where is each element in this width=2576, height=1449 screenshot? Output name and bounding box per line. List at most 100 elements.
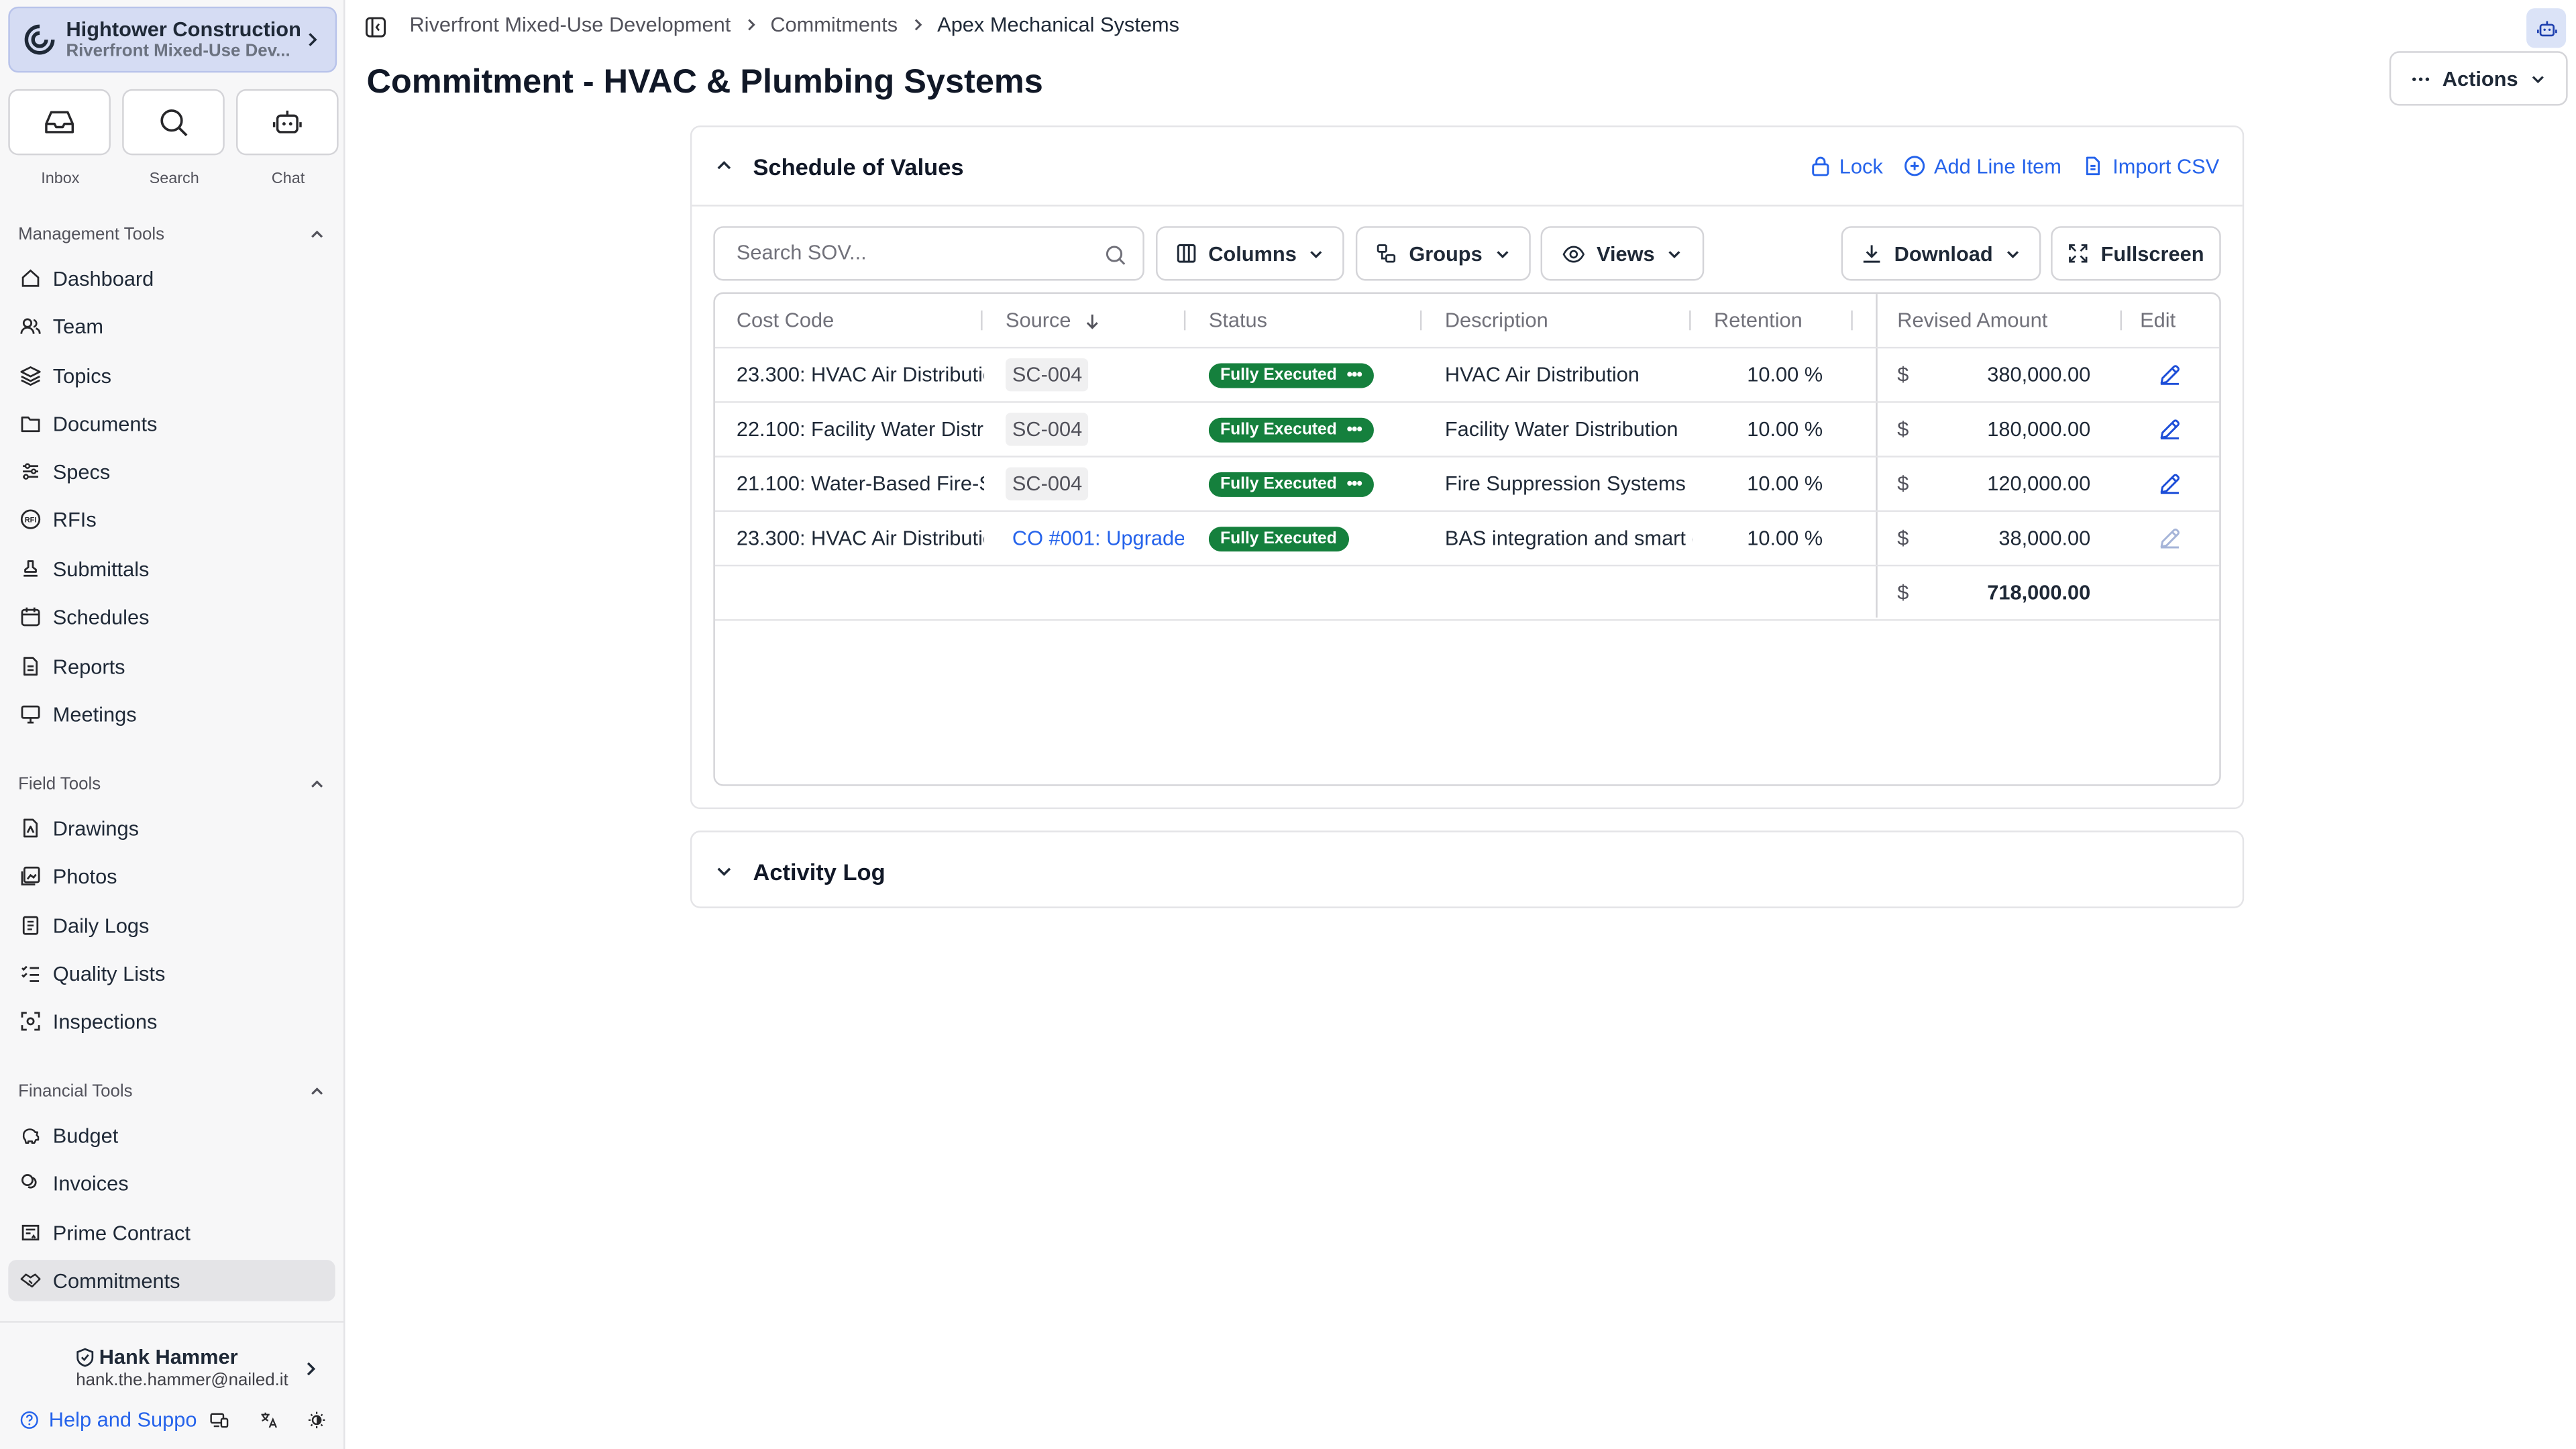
management-tools-header[interactable]: Management Tools bbox=[18, 225, 325, 244]
edit-button[interactable] bbox=[2158, 403, 2181, 456]
lock-button[interactable]: Lock bbox=[1809, 154, 1883, 178]
sidebar-item-daily-logs[interactable]: Daily Logs bbox=[8, 905, 335, 947]
sov-search-input[interactable] bbox=[736, 241, 1100, 264]
cell-source[interactable]: SC-004 bbox=[1006, 467, 1089, 500]
breadcrumb-commitments[interactable]: Commitments bbox=[770, 13, 898, 36]
field-tools-header[interactable]: Field Tools bbox=[18, 774, 325, 794]
chevron-down-icon bbox=[1310, 250, 1322, 258]
header-cost-code[interactable]: Cost Code bbox=[737, 294, 834, 347]
sidebar-item-schedules[interactable]: Schedules bbox=[8, 596, 335, 638]
sidebar-item-label: Daily Logs bbox=[52, 914, 150, 937]
devices-icon[interactable] bbox=[210, 1409, 229, 1432]
lock-label: Lock bbox=[1839, 154, 1883, 178]
more-horizontal-icon[interactable]: ••• bbox=[1347, 420, 1362, 438]
edit-button[interactable] bbox=[2158, 458, 2181, 511]
header-description[interactable]: Description bbox=[1445, 294, 1548, 347]
chevron-up-icon[interactable] bbox=[715, 157, 733, 175]
financial-tools-header[interactable]: Financial Tools bbox=[18, 1081, 325, 1102]
cell-currency: $ bbox=[1897, 363, 1909, 386]
sidebar-item-documents[interactable]: Documents bbox=[8, 403, 335, 445]
cell-source[interactable]: SC-004 bbox=[1006, 358, 1089, 392]
chevron-down-icon[interactable] bbox=[715, 862, 733, 880]
rfi-icon: RFI bbox=[20, 509, 41, 529]
table-row[interactable]: 23.300: HVAC Air Distributio SC-004 Full… bbox=[714, 348, 2220, 403]
search-icon bbox=[1106, 246, 1126, 265]
cell-source[interactable]: SC-004 bbox=[1006, 413, 1089, 446]
columns-icon bbox=[1177, 244, 1195, 263]
status-badge[interactable]: Fully Executed ••• bbox=[1208, 417, 1373, 442]
photos-icon bbox=[21, 866, 40, 885]
sidebar: Hightower Construction Riverfront Mixed-… bbox=[0, 0, 345, 1449]
sidebar-item-label: Reports bbox=[52, 654, 125, 678]
contract-icon bbox=[21, 1224, 40, 1241]
download-icon bbox=[1864, 245, 1880, 263]
fullscreen-button[interactable]: Fullscreen bbox=[2051, 226, 2221, 281]
actions-label: Actions bbox=[2442, 66, 2518, 91]
chat-button[interactable] bbox=[235, 89, 339, 156]
cell-cost-code: 22.100: Facility Water Distrib bbox=[736, 417, 985, 441]
sidebar-item-submittals[interactable]: Submittals bbox=[8, 548, 335, 590]
sidebar-item-quality-lists[interactable]: Quality Lists bbox=[8, 953, 335, 994]
views-button[interactable]: Views bbox=[1540, 226, 1705, 281]
sidebar-toggle-icon[interactable] bbox=[365, 17, 386, 38]
import-csv-button[interactable]: Import CSV bbox=[2083, 154, 2219, 178]
status-badge[interactable]: Fully Executed ••• bbox=[1208, 362, 1373, 388]
edit-button[interactable] bbox=[2158, 348, 2181, 401]
header-source[interactable]: Source bbox=[1006, 294, 1101, 347]
header-source-label: Source bbox=[1006, 309, 1071, 332]
activity-log-card[interactable]: Activity Log bbox=[690, 830, 2245, 908]
groups-button[interactable]: Groups bbox=[1355, 226, 1531, 281]
download-label: Download bbox=[1894, 241, 1993, 266]
sidebar-item-reports[interactable]: Reports bbox=[8, 645, 335, 687]
cell-source-link[interactable]: CO #001: Upgraded bbox=[1012, 512, 1184, 565]
search-button[interactable] bbox=[122, 89, 225, 156]
sidebar-item-budget[interactable]: Budget bbox=[8, 1115, 335, 1157]
breadcrumb-project[interactable]: Riverfront Mixed-Use Development bbox=[409, 13, 731, 36]
sidebar-item-invoices[interactable]: Invoices bbox=[8, 1163, 335, 1204]
user-name: Hank Hammer bbox=[99, 1346, 238, 1369]
folder-icon bbox=[21, 416, 40, 433]
sidebar-item-specs[interactable]: Specs bbox=[8, 451, 335, 492]
search-label: Search bbox=[149, 170, 199, 189]
columns-button[interactable]: Columns bbox=[1156, 226, 1344, 281]
assistant-button[interactable] bbox=[2526, 8, 2567, 48]
table-row[interactable]: 23.300: HVAC Air Distributio CO #001: Up… bbox=[714, 512, 2220, 567]
download-button[interactable]: Download bbox=[1841, 226, 2041, 281]
breadcrumb-current: Apex Mechanical Systems bbox=[937, 13, 1180, 37]
sidebar-item-topics[interactable]: Topics bbox=[8, 355, 335, 396]
table-row[interactable]: 21.100: Water-Based Fire-Su SC-004 Fully… bbox=[714, 458, 2220, 513]
sidebar-item-dashboard[interactable]: Dashboard bbox=[8, 258, 335, 299]
org-switcher[interactable]: Hightower Construction Riverfront Mixed-… bbox=[8, 6, 337, 73]
sidebar-item-meetings[interactable]: Meetings bbox=[8, 694, 335, 735]
help-link[interactable]: Help and Suppo bbox=[49, 1409, 197, 1432]
svg-text:RFI: RFI bbox=[25, 516, 37, 524]
pencil-icon bbox=[2160, 365, 2180, 385]
theme-toggle-icon[interactable] bbox=[308, 1409, 327, 1432]
org-logo-icon bbox=[24, 24, 55, 55]
sidebar-item-inspections[interactable]: Inspections bbox=[8, 1001, 335, 1042]
header-status[interactable]: Status bbox=[1209, 294, 1267, 347]
sidebar-item-rfis[interactable]: RFI RFIs bbox=[8, 498, 335, 540]
more-horizontal-icon[interactable]: ••• bbox=[1347, 475, 1362, 493]
sidebar-item-prime-contract[interactable]: Prime Contract bbox=[8, 1212, 335, 1254]
search-icon bbox=[160, 109, 188, 137]
translate-icon[interactable] bbox=[259, 1409, 278, 1432]
stamp-icon bbox=[23, 560, 38, 577]
actions-button[interactable]: Actions bbox=[2389, 51, 2568, 106]
user-menu[interactable]: Hank Hammer hank.the.hammer@nailed.it bbox=[76, 1346, 288, 1390]
table-row[interactable]: 22.100: Facility Water Distrib SC-004 Fu… bbox=[714, 403, 2220, 458]
sidebar-item-team[interactable]: Team bbox=[8, 305, 335, 347]
chevron-down-icon bbox=[1668, 250, 1680, 258]
inbox-button[interactable] bbox=[8, 89, 111, 156]
sidebar-item-drawings[interactable]: Drawings bbox=[8, 808, 335, 849]
sidebar-item-label: Meetings bbox=[52, 702, 137, 726]
chevron-right-icon[interactable] bbox=[301, 1359, 321, 1379]
header-revised-amount[interactable]: Revised Amount bbox=[1897, 294, 2047, 347]
sidebar-item-commitments[interactable]: Commitments bbox=[8, 1260, 335, 1301]
add-line-item-button[interactable]: Add Line Item bbox=[1904, 154, 2061, 178]
groups-label: Groups bbox=[1409, 241, 1483, 266]
status-badge[interactable]: Fully Executed ••• bbox=[1208, 471, 1373, 496]
more-horizontal-icon[interactable]: ••• bbox=[1347, 366, 1362, 384]
header-retention[interactable]: Retention bbox=[1714, 294, 1803, 347]
sidebar-item-photos[interactable]: Photos bbox=[8, 855, 335, 897]
